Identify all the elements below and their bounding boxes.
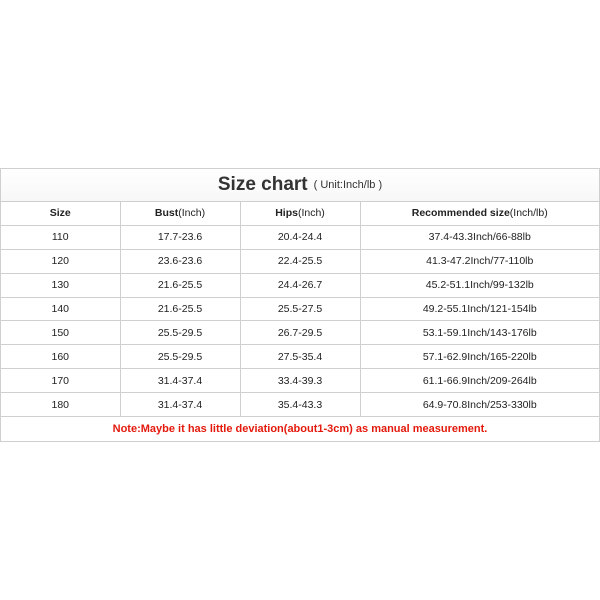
size-table: Size Bust(Inch) Hips(Inch) Recommended s… — [1, 202, 599, 442]
cell-recommended-size: 57.1-62.9Inch/165-220lb — [359, 344, 599, 370]
cell-recommended-size: 61.1-66.9Inch/209-264lb — [359, 368, 599, 394]
header-size: Size — [1, 202, 121, 226]
cell-bust: 21.6-25.5 — [119, 296, 241, 322]
cell-recommended-size: 45.2-51.1Inch/99-132lb — [359, 272, 599, 298]
size-chart: Size chart ( Unit:Inch/lb ) Size Bust(In… — [0, 168, 600, 443]
cell-bust: 25.5-29.5 — [119, 320, 241, 346]
cell-size: 180 — [1, 392, 121, 418]
cell-recommended-size: 49.2-55.1Inch/121-154lb — [359, 296, 599, 322]
chart-unit: ( Unit:Inch/lb ) — [313, 179, 383, 191]
table-row: 140 21.6-25.5 25.5-27.5 49.2-55.1Inch/121-1… — [1, 296, 599, 322]
header-bust: Bust(Inch) — [119, 202, 241, 226]
cell-recommended-size: 53.1-59.1Inch/143-176lb — [359, 320, 599, 346]
table-row: 150 25.5-29.5 26.7-29.5 53.1-59.1Inch/143-1… — [1, 320, 599, 346]
cell-size: 160 — [1, 344, 121, 370]
cell-bust: 31.4-37.4 — [119, 368, 241, 394]
cell-recommended-size: 64.9-70.8Inch/253-330lb — [359, 392, 599, 418]
note-row: Note:Maybe it has little deviation(about… — [1, 416, 599, 442]
cell-size: 140 — [1, 296, 121, 322]
cell-hips: 26.7-29.5 — [239, 320, 361, 346]
cell-bust: 25.5-29.5 — [119, 344, 241, 370]
chart-title-row: Size chart ( Unit:Inch/lb ) — [1, 169, 599, 202]
cell-hips: 24.4-26.7 — [239, 272, 361, 298]
cell-size: 150 — [1, 320, 121, 346]
cell-recommended-size: 37.4-43.3Inch/66-88lb — [359, 225, 599, 250]
cell-hips: 22.4-25.5 — [239, 248, 361, 274]
cell-hips: 20.4-24.4 — [239, 225, 361, 250]
cell-hips: 27.5-35.4 — [239, 344, 361, 370]
table-header-row: Size Bust(Inch) Hips(Inch) Recommended s… — [1, 202, 599, 226]
cell-bust: 21.6-25.5 — [119, 272, 241, 298]
cell-size: 120 — [1, 248, 121, 274]
table-row: 120 23.6-23.6 22.4-25.5 41.3-47.2Inch/77-11… — [1, 248, 599, 274]
cell-size: 110 — [1, 225, 121, 250]
table-row: 160 25.5-29.5 27.5-35.4 57.1-62.9Inch/165-2… — [1, 344, 599, 370]
cell-bust: 23.6-23.6 — [119, 248, 241, 274]
table-row: 180 31.4-37.4 35.4-43.3 64.9-70.8Inch/253-3… — [1, 392, 599, 418]
cell-recommended-size: 41.3-47.2Inch/77-110lb — [359, 248, 599, 274]
cell-hips: 33.4-39.3 — [239, 368, 361, 394]
header-hips: Hips(Inch) — [239, 202, 361, 226]
cell-size: 130 — [1, 272, 121, 298]
table-row: 130 21.6-25.5 24.4-26.7 45.2-51.1Inch/99-13… — [1, 272, 599, 298]
chart-title: Size chart — [217, 174, 308, 195]
table-row: 170 31.4-37.4 33.4-39.3 61.1-66.9Inch/209-2… — [1, 368, 599, 394]
cell-size: 170 — [1, 368, 121, 394]
measurement-note: Note:Maybe it has little deviation(about… — [1, 416, 599, 442]
cell-hips: 35.4-43.3 — [239, 392, 361, 418]
cell-bust: 31.4-37.4 — [119, 392, 241, 418]
header-recommended-size: Recommended size(Inch/lb) — [359, 202, 599, 226]
table-row: 110 17.7-23.6 20.4-24.4 37.4-43.3Inch/66-88… — [1, 225, 599, 250]
cell-hips: 25.5-27.5 — [239, 296, 361, 322]
table-body: 110 17.7-23.6 20.4-24.4 37.4-43.3Inch/66-88… — [1, 225, 599, 442]
cell-bust: 17.7-23.6 — [119, 225, 241, 250]
